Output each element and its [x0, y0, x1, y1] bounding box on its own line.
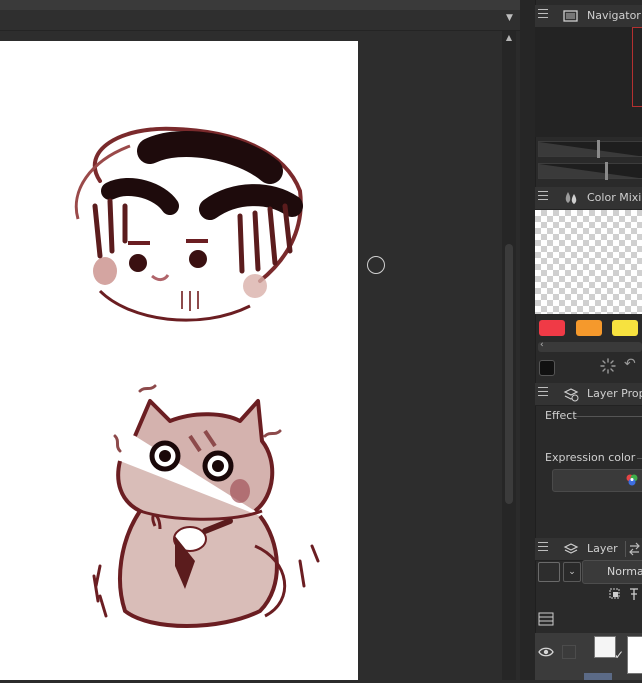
layer-property-title: Layer Prope: [587, 387, 642, 400]
navigator-view-frame: [632, 27, 642, 107]
hamburger-menu-icon[interactable]: [538, 387, 548, 396]
brush-cursor: [367, 256, 385, 274]
selected-layer-indicator: [584, 673, 612, 680]
top-toolbar: [0, 0, 535, 10]
layer-property-panel-header[interactable]: Layer Prope: [535, 383, 642, 406]
blend-mode-value: Norma: [607, 565, 642, 578]
chevron-down-icon[interactable]: ⌄: [563, 562, 581, 582]
layer-thumbnail[interactable]: [594, 636, 616, 658]
effect-section-label: Effect: [545, 409, 577, 422]
swatch-yellow[interactable]: [612, 320, 638, 336]
layer-property-icon: [563, 386, 579, 402]
cat-drawing: [92, 384, 320, 628]
navigator-icon: [563, 8, 579, 24]
layer-list-icon[interactable]: [538, 612, 554, 626]
expression-color-label: Expression color: [545, 451, 636, 464]
chevron-left-icon[interactable]: ‹: [540, 340, 544, 350]
current-color-chip[interactable]: [539, 360, 555, 376]
color-mixing-title: Color Mixin: [587, 191, 642, 204]
layer-mask-thumbnail[interactable]: [627, 636, 642, 674]
navigator-zoom-slider[interactable]: [538, 140, 642, 158]
artwork: [74, 126, 320, 628]
loading-spinner-icon[interactable]: [600, 358, 616, 374]
navigator-title: Navigator: [587, 9, 641, 22]
checkmark-icon: ✓: [614, 648, 625, 662]
layer-lock-toggle[interactable]: [562, 645, 576, 659]
section-divider: [575, 416, 642, 417]
eye-icon[interactable]: [538, 646, 554, 658]
swatch-orange[interactable]: [576, 320, 602, 336]
section-divider: [637, 458, 642, 459]
color-mixing-canvas[interactable]: [535, 210, 642, 314]
navigator-preview[interactable]: [535, 27, 642, 137]
swatch-red[interactable]: [539, 320, 565, 336]
layers-stack-icon: [563, 541, 579, 557]
lock-transparency-icon[interactable]: [627, 585, 641, 603]
color-mixing-panel-header[interactable]: Color Mixin: [535, 187, 642, 210]
color-dots-icon: [625, 473, 639, 487]
layer-title: Layer: [587, 542, 618, 555]
reference-layer-icon[interactable]: [608, 587, 622, 601]
panel-tab-switch-icon[interactable]: [625, 541, 642, 557]
scrollbar-thumb[interactable]: [505, 244, 513, 504]
canvas-tab-bar: [0, 10, 535, 31]
hamburger-menu-icon[interactable]: [538, 191, 548, 200]
rotate-slider-knob[interactable]: [605, 162, 608, 180]
chevron-down-icon[interactable]: ▼: [506, 13, 513, 23]
undo-icon[interactable]: ↶: [624, 356, 636, 372]
drawing-paper[interactable]: [0, 41, 358, 680]
layer-panel-header[interactable]: Layer: [535, 538, 642, 561]
hamburger-menu-icon[interactable]: [538, 542, 548, 551]
chibi-girl-drawing: [74, 126, 303, 322]
zoom-slider-knob[interactable]: [597, 140, 600, 158]
layer-color-toggle[interactable]: [538, 562, 560, 582]
hamburger-menu-icon[interactable]: [538, 9, 548, 18]
blend-mode-dropdown[interactable]: Norma: [582, 560, 642, 584]
navigator-panel-header[interactable]: Navigator: [535, 5, 642, 28]
scroll-up-arrow-icon[interactable]: ▲: [504, 33, 514, 43]
color-mixing-drops-icon: [563, 190, 579, 206]
navigator-rotate-slider[interactable]: [538, 162, 642, 180]
dock-handle-strip[interactable]: [520, 0, 536, 680]
swatch-scrollbar[interactable]: [538, 342, 642, 352]
